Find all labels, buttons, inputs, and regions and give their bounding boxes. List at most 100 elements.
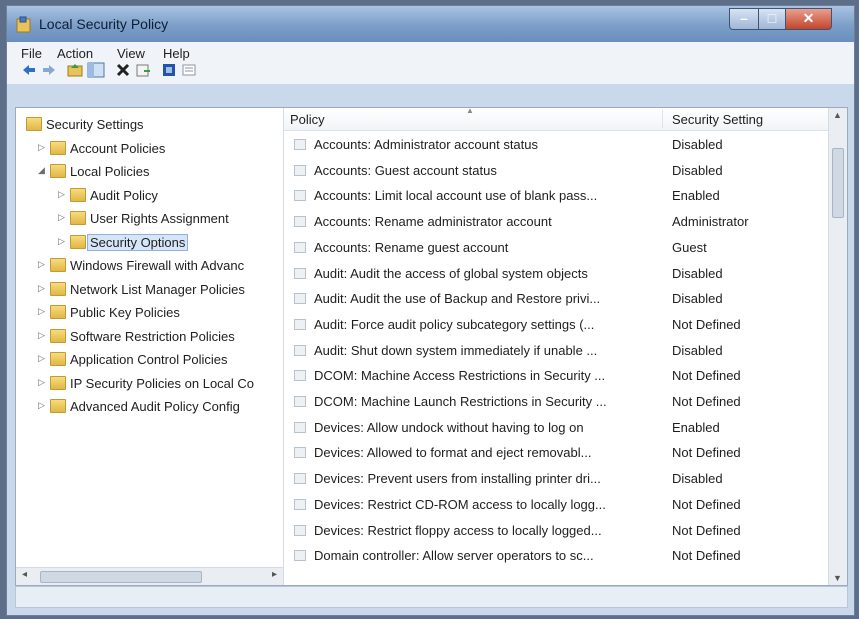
status-bar bbox=[15, 586, 848, 608]
scroll-left-icon[interactable]: ◂ bbox=[22, 569, 27, 580]
table-row[interactable]: Accounts: Guest account status Disabled bbox=[284, 158, 829, 184]
policy-icon bbox=[294, 139, 306, 150]
table-row[interactable]: Devices: Restrict CD-ROM access to local… bbox=[284, 492, 829, 518]
tree-horizontal-scrollbar[interactable]: ◂ ▸ bbox=[16, 567, 283, 585]
forward-icon[interactable] bbox=[41, 62, 57, 78]
scrollbar-thumb[interactable] bbox=[832, 148, 844, 218]
table-row[interactable]: Accounts: Administrator account status Di… bbox=[284, 132, 829, 158]
up-folder-icon[interactable] bbox=[67, 62, 83, 78]
scroll-up-icon[interactable]: ▲ bbox=[833, 110, 842, 120]
expand-arrow-icon[interactable]: ▷ bbox=[38, 142, 45, 153]
folder-icon bbox=[50, 305, 66, 319]
security-setting-value: Not Defined bbox=[672, 368, 741, 384]
table-row[interactable]: DCOM: Machine Launch Restrictions in Sec… bbox=[284, 389, 829, 415]
expand-arrow-icon[interactable]: ▷ bbox=[38, 353, 45, 364]
navigation-tree: Security Settings ▷ Account Policies ◢ Local… bbox=[16, 108, 284, 585]
policy-name: Accounts: Rename administrator account bbox=[314, 214, 552, 230]
security-setting-value: Administrator bbox=[672, 214, 749, 230]
expand-arrow-icon[interactable]: ▷ bbox=[38, 330, 45, 341]
folder-icon bbox=[50, 375, 66, 390]
title-bar[interactable]: Local Security Policy – □ ✕ bbox=[7, 6, 854, 42]
table-row[interactable]: Devices: Restrict floppy access to local… bbox=[284, 518, 829, 544]
tree-item-label: User Rights Assignment bbox=[90, 211, 229, 226]
scroll-right-icon[interactable]: ▸ bbox=[272, 569, 277, 580]
policy-icon bbox=[294, 344, 306, 356]
tree-item-label: Account Policies bbox=[70, 140, 166, 156]
policy-name: Audit: Force audit policy subcategory se… bbox=[314, 316, 595, 332]
policy-icon bbox=[294, 190, 306, 202]
security-setting-value: Enabled bbox=[672, 419, 720, 435]
policy-icon bbox=[294, 473, 306, 485]
policy-name: Audit: Audit the use of Backup and Resto… bbox=[314, 291, 601, 307]
help-icon[interactable] bbox=[161, 62, 177, 78]
policy-icon bbox=[294, 318, 306, 330]
tree-item-label: Windows Firewall with Advanc bbox=[70, 258, 245, 273]
table-row[interactable]: Devices: Prevent users from installing p… bbox=[284, 466, 829, 492]
list-vertical-scrollbar[interactable]: ▲ ▼ bbox=[828, 108, 847, 585]
folder-icon bbox=[50, 258, 66, 272]
policy-name: DCOM: Machine Access Restrictions in Sec… bbox=[314, 368, 606, 384]
security-setting-value: Not Defined bbox=[672, 496, 741, 512]
expand-arrow-icon[interactable]: ▷ bbox=[38, 283, 45, 294]
folder-icon bbox=[50, 281, 66, 296]
table-row[interactable]: Devices: Allowed to format and eject rem… bbox=[284, 440, 829, 466]
menu-help[interactable]: Help bbox=[163, 46, 190, 61]
expand-arrow-icon[interactable]: ▷ bbox=[38, 400, 45, 411]
table-row[interactable]: Audit: Force audit policy subcategory se… bbox=[284, 312, 829, 338]
tree-item-label: Local Policies bbox=[70, 164, 150, 179]
table-row[interactable]: Audit: Audit the access of global system… bbox=[284, 261, 829, 287]
table-row[interactable]: Accounts: Limit local account use of bla… bbox=[284, 183, 829, 209]
policy-name: Domain controller: Allow server operator… bbox=[314, 548, 594, 564]
column-divider[interactable] bbox=[662, 110, 663, 128]
security-setting-value: Disabled bbox=[672, 471, 723, 487]
table-row[interactable]: Audit: Shut down system immediately if u… bbox=[284, 338, 829, 364]
policy-icon bbox=[294, 370, 306, 382]
expand-arrow-icon[interactable]: ▷ bbox=[38, 306, 45, 317]
menu-action[interactable]: Action bbox=[57, 46, 93, 61]
policy-list: Policy ▲ Security Setting Accounts: Admi… bbox=[284, 108, 829, 585]
table-row[interactable]: Devices: Allow undock without having to … bbox=[284, 415, 829, 441]
list-header: Policy ▲ Security Setting bbox=[284, 108, 829, 131]
menu-view[interactable]: View bbox=[117, 46, 145, 61]
app-window: Local Security Policy – □ ✕ File Action … bbox=[6, 5, 855, 616]
expand-arrow-icon[interactable]: ▷ bbox=[38, 259, 45, 270]
policy-icon bbox=[294, 216, 306, 228]
column-header-security-setting[interactable]: Security Setting bbox=[672, 112, 763, 127]
properties-icon[interactable] bbox=[181, 62, 197, 78]
expand-arrow-icon[interactable]: ▷ bbox=[38, 377, 45, 388]
folder-icon bbox=[50, 352, 66, 366]
delete-icon[interactable] bbox=[115, 62, 131, 78]
security-setting-value: Not Defined bbox=[672, 548, 741, 564]
folder-icon bbox=[50, 328, 66, 343]
collapse-arrow-icon[interactable]: ◢ bbox=[38, 165, 45, 176]
policy-icon bbox=[294, 267, 306, 279]
column-header-policy[interactable]: Policy bbox=[290, 112, 325, 127]
minimize-button[interactable]: – bbox=[729, 8, 759, 30]
folder-icon bbox=[50, 164, 66, 178]
scroll-down-icon[interactable]: ▼ bbox=[833, 573, 842, 583]
table-row[interactable]: Accounts: Rename administrator account Ad… bbox=[284, 209, 829, 235]
show-hide-tree-icon[interactable] bbox=[87, 62, 105, 78]
window-title: Local Security Policy bbox=[39, 16, 169, 32]
security-setting-value: Disabled bbox=[672, 162, 723, 178]
sort-indicator-icon: ▲ bbox=[466, 108, 474, 115]
close-button[interactable]: ✕ bbox=[785, 8, 832, 30]
menu-file[interactable]: File bbox=[21, 46, 42, 61]
menu-and-toolbar: File Action View Help bbox=[7, 42, 854, 84]
expand-arrow-icon[interactable]: ▷ bbox=[58, 189, 65, 200]
policy-icon bbox=[294, 241, 306, 253]
scrollbar-thumb[interactable] bbox=[40, 571, 202, 583]
table-row[interactable]: DCOM: Machine Access Restrictions in Sec… bbox=[284, 363, 829, 389]
back-icon[interactable] bbox=[21, 62, 37, 78]
maximize-button[interactable]: □ bbox=[758, 8, 786, 30]
expand-arrow-icon[interactable]: ▷ bbox=[58, 212, 65, 223]
policy-icon bbox=[294, 164, 306, 176]
expand-arrow-icon[interactable]: ▷ bbox=[58, 236, 65, 247]
table-row[interactable]: Domain controller: Allow server operator… bbox=[284, 543, 829, 569]
table-row[interactable]: Audit: Audit the use of Backup and Resto… bbox=[284, 286, 829, 312]
export-icon[interactable] bbox=[135, 62, 151, 78]
policy-name: Audit: Audit the access of global system… bbox=[314, 265, 588, 281]
tree-item-label: Public Key Policies bbox=[70, 305, 180, 320]
table-row[interactable]: Accounts: Rename guest account Guest bbox=[284, 235, 829, 261]
security-setting-value: Guest bbox=[672, 239, 707, 255]
